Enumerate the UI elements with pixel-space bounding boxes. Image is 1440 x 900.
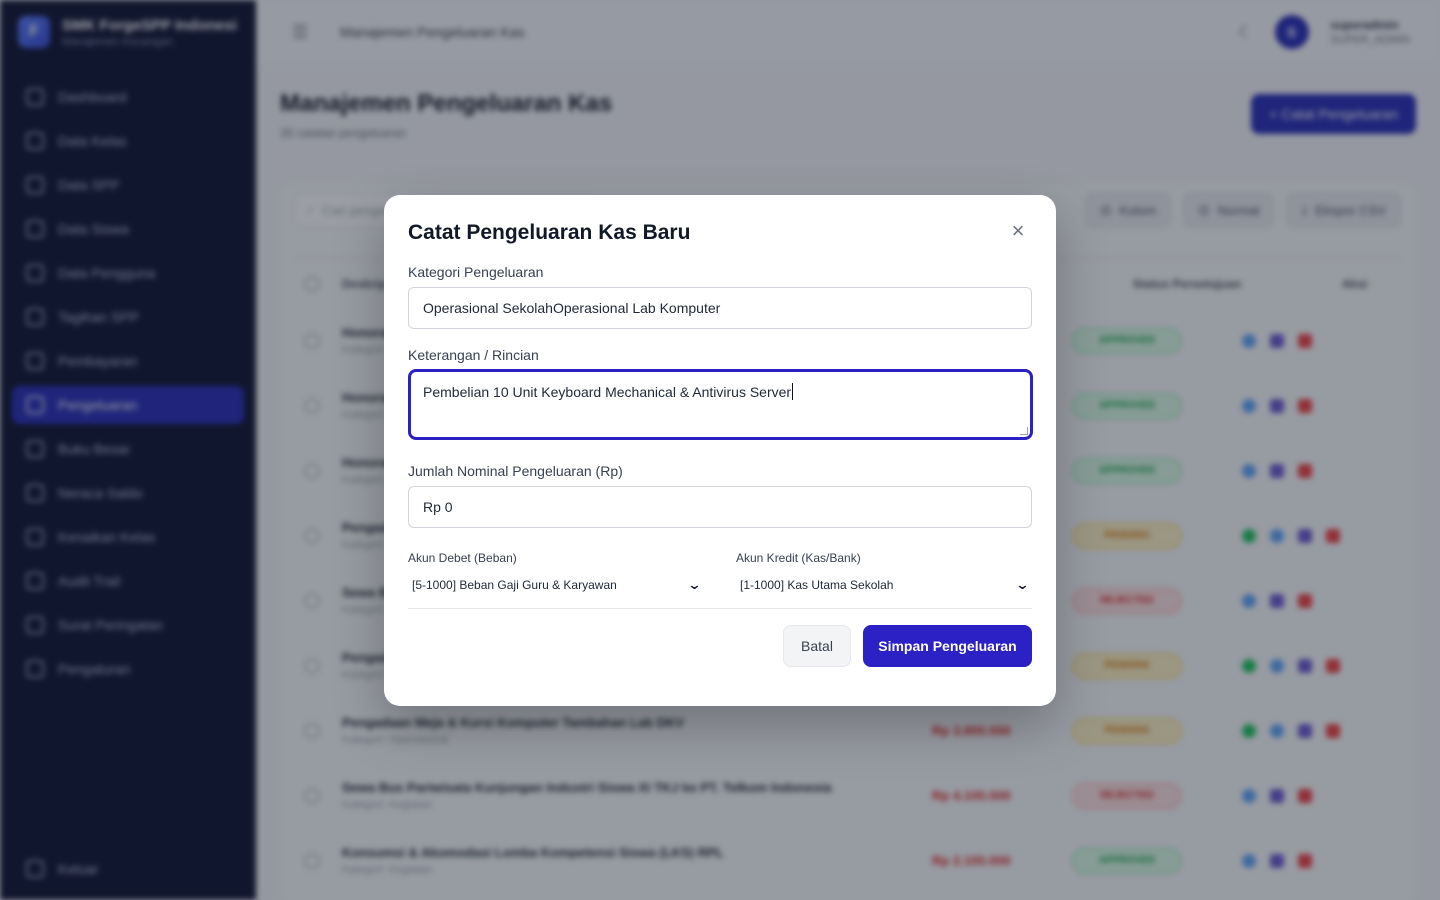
credit-account-label: Akun Kredit (Kas/Bank)	[736, 551, 861, 565]
amount-input[interactable]: Rp 0	[408, 486, 1032, 528]
description-textarea[interactable]: Pembelian 10 Unit Keyboard Mechanical & …	[408, 369, 1033, 440]
category-input[interactable]: Operasional SekolahOperasional Lab Kompu…	[408, 287, 1032, 329]
description-value: Pembelian 10 Unit Keyboard Mechanical & …	[423, 384, 792, 400]
expense-modal: Catat Pengeluaran Kas Baru × Kategori Pe…	[384, 195, 1056, 706]
description-label: Keterangan / Rincian	[408, 347, 539, 363]
chevron-down-icon: ⌄	[1015, 577, 1030, 592]
credit-account-value: [1-1000] Kas Utama Sekolah	[740, 578, 894, 592]
text-caret	[792, 383, 794, 400]
debit-account-value: [5-1000] Beban Gaji Guru & Karyawan	[412, 578, 617, 592]
modal-title: Catat Pengeluaran Kas Baru	[408, 221, 691, 244]
amount-label: Jumlah Nominal Pengeluaran (Rp)	[408, 463, 623, 479]
credit-account-select[interactable]: [1-1000] Kas Utama Sekolah ⌄	[736, 572, 1032, 598]
amount-value: Rp 0	[423, 499, 453, 515]
category-value: Operasional SekolahOperasional Lab Kompu…	[423, 300, 721, 316]
debit-account-label: Akun Debet (Beban)	[408, 551, 517, 565]
modal-footer: Batal Simpan Pengeluaran	[408, 625, 1032, 667]
category-label: Kategori Pengeluaran	[408, 264, 544, 280]
chevron-down-icon: ⌄	[687, 577, 702, 592]
save-expense-button[interactable]: Simpan Pengeluaran	[863, 625, 1032, 667]
close-icon[interactable]: ×	[1008, 220, 1028, 242]
modal-divider	[408, 608, 1032, 609]
cancel-button[interactable]: Batal	[783, 625, 851, 667]
resize-handle[interactable]	[1020, 427, 1028, 435]
debit-account-select[interactable]: [5-1000] Beban Gaji Guru & Karyawan ⌄	[408, 572, 704, 598]
